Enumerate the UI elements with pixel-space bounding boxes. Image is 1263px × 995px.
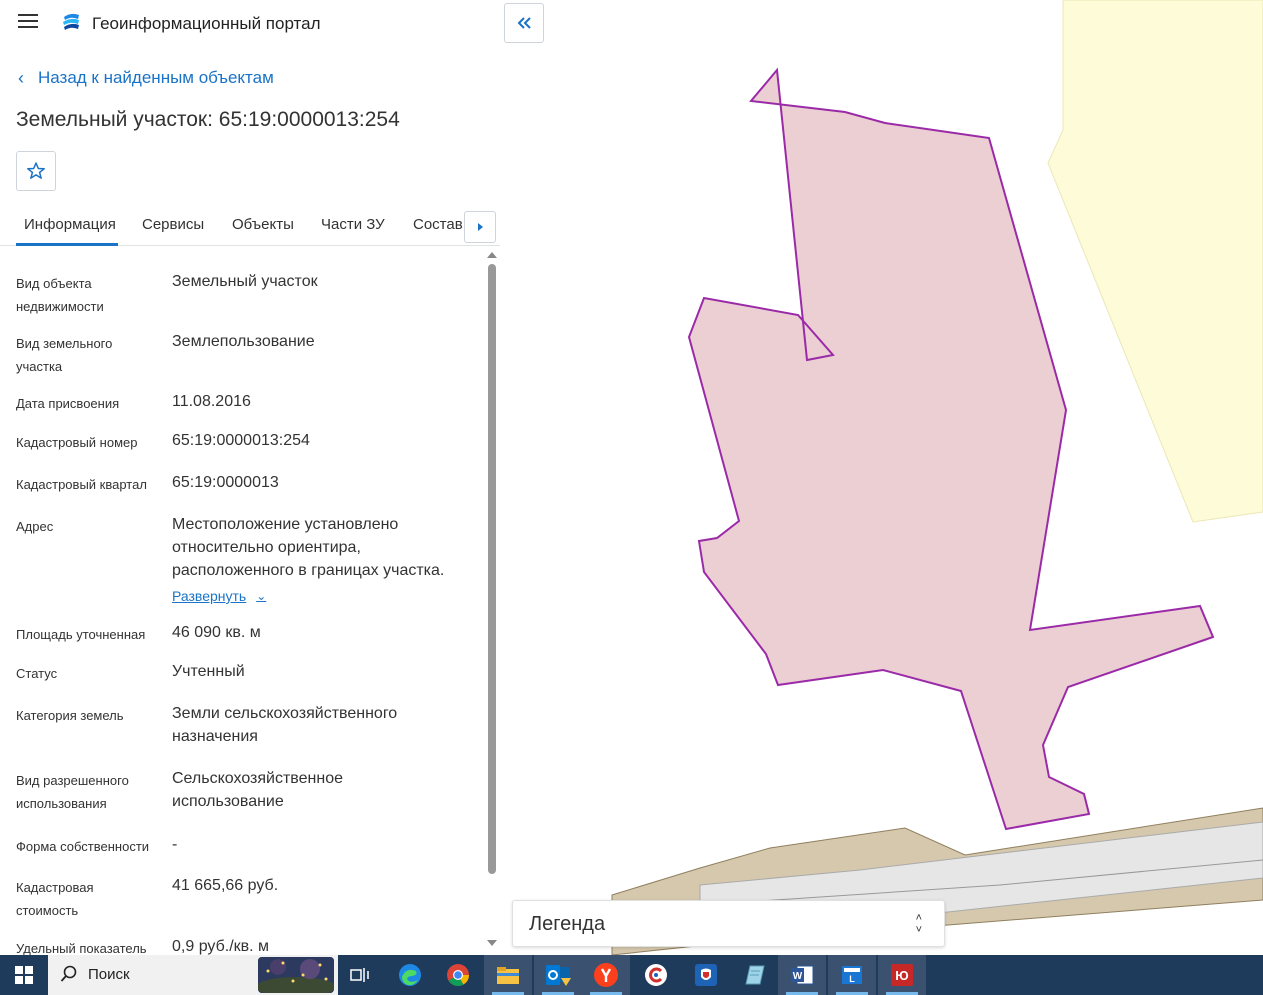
info-value: Учтенный [172,663,245,680]
word-icon[interactable]: W [778,955,826,995]
tab-bar: Информация Сервисы Объекты Части ЗУ Сост… [0,204,500,246]
info-label: Форма собственности [16,839,150,854]
expand-label: Развернуть [172,588,247,604]
active-tab-indicator [16,243,118,246]
double-chevron-left-icon [517,17,531,29]
back-to-results-link[interactable]: ‹ Назад к найденным объектам [18,68,274,88]
info-value: Земли сельскохозяйственного назначения [172,705,398,745]
info-label: Вид объекта недвижимости [16,276,104,314]
scroll-thumb[interactable] [488,264,496,874]
caret-right-icon [478,223,483,231]
app-yu-icon[interactable]: Ю [878,955,926,995]
info-value: Сельскохозяйственное использование [172,770,343,810]
chrome-icon[interactable] [434,955,482,995]
tab-objects[interactable]: Объекты [232,216,294,233]
tab-composition[interactable]: Состав [413,216,463,233]
info-label: Адрес [16,519,54,534]
tab-services[interactable]: Сервисы [142,216,204,233]
info-scrollbar[interactable] [486,250,498,950]
info-value: 46 090 кв. м [172,624,261,641]
taskbar-search[interactable]: Поиск [48,955,338,995]
map-zone-yellow[interactable] [1047,0,1263,523]
outlook-icon[interactable] [534,955,582,995]
star-icon [27,162,45,179]
search-highlight-image [258,957,334,993]
gosuslugi-icon[interactable] [682,955,730,995]
info-value: Местоположение установлено относительно … [172,516,445,579]
expand-collapse-icon: ˄ ˅ [915,912,922,936]
ccleaner-icon[interactable] [632,955,680,995]
scroll-up-arrow[interactable] [487,252,497,258]
svg-text:Ю: Ю [895,968,908,983]
legend-label: Легенда [529,913,606,935]
info-value: 11.08.2016 [172,393,251,410]
windows-taskbar: Поиск W L Ю [0,955,1263,995]
info-sidebar: Геоинформационный портал ‹ Назад к найде… [0,0,500,955]
tab-info[interactable]: Информация [24,216,116,233]
info-label: Вид разрешенного использования [16,773,129,811]
info-value: 41 665,66 руб. [172,877,279,894]
back-link-label: Назад к найденным объектам [38,68,274,87]
info-value: - [172,836,178,853]
svg-text:W: W [793,971,803,982]
chevron-left-icon: ‹ [18,68,24,88]
task-view-icon[interactable] [336,955,384,995]
hamburger-menu-icon[interactable] [18,14,38,32]
expand-address-link[interactable]: Развернуть ⌄ [172,585,266,608]
info-value: Земельный участок [172,273,318,290]
page-title: Земельный участок: 65:19:0000013:254 [16,108,400,131]
info-label: Площадь уточненная [16,627,146,642]
start-button[interactable] [0,955,48,995]
expand-wrap: Развернуть ⌄ [172,585,472,608]
header-bar: Геоинформационный портал [0,0,500,48]
search-icon [60,965,77,982]
info-label: Кадастровая стоимость [16,880,94,918]
remote-icon[interactable]: L [828,955,876,995]
search-placeholder: Поиск [88,966,130,983]
info-value: 65:19:0000013:254 [172,432,310,449]
info-label: Статус [16,666,58,681]
info-label: Кадастровый квартал [16,477,147,492]
info-label: Вид земельного участка [16,336,113,374]
info-value: 65:19:0000013 [172,474,279,491]
favorite-button[interactable] [16,151,56,191]
info-label: Кадастровый номер [16,435,138,450]
tabs-scroll-right-button[interactable] [464,211,496,243]
notepad-icon[interactable] [730,955,778,995]
tab-parts[interactable]: Части ЗУ [321,216,385,233]
info-label: Удельный показатель [16,941,147,955]
edge-icon[interactable] [386,955,434,995]
info-value: Землепользование [172,333,315,350]
portal-title: Геоинформационный портал [92,14,321,33]
portal-logo-icon[interactable] [60,11,82,33]
info-value: 0,9 руб./кв. м [172,938,270,955]
windows-logo-icon [15,966,33,984]
info-label: Дата присвоения [16,396,120,411]
info-content[interactable]: Вид объекта недвижимости Земельный участ… [0,248,486,955]
info-label: Категория земель [16,708,124,723]
file-explorer-icon[interactable] [484,955,532,995]
scroll-down-arrow[interactable] [487,940,497,946]
chevron-down-icon: ⌄ [256,589,267,603]
svg-text:L: L [849,974,855,984]
collapse-sidebar-button[interactable] [504,3,544,43]
yandex-browser-icon[interactable] [582,955,630,995]
legend-panel[interactable]: Легенда ˄ ˅ [512,900,945,947]
